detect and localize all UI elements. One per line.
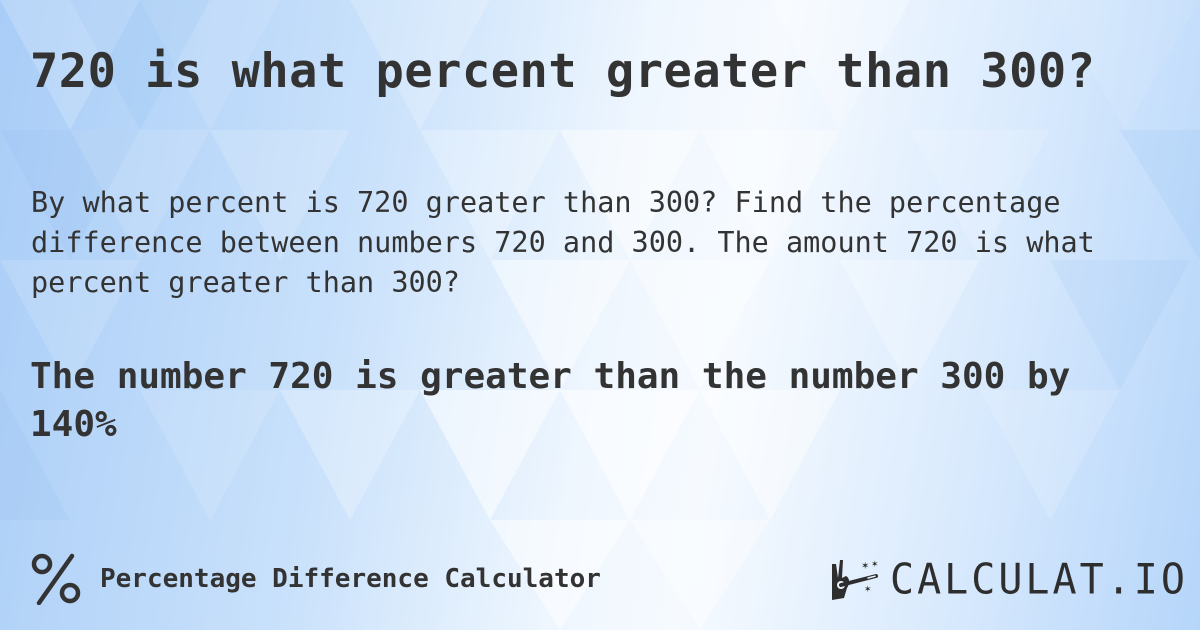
svg-text:✶: ✶	[861, 561, 869, 572]
page-title: 720 is what percent greater than 300?	[30, 44, 1096, 99]
hand-magic-wand-icon: ✶ ✶ ✶	[828, 556, 884, 604]
calculator-link[interactable]: Percentage Difference Calculator	[30, 552, 601, 606]
logo-text: CALCULAT.IO	[890, 555, 1188, 605]
svg-text:✶: ✶	[871, 560, 879, 570]
answer-text: The number 720 is greater than the numbe…	[30, 356, 1071, 445]
svg-text:✶: ✶	[864, 585, 872, 595]
percent-icon	[30, 553, 82, 606]
question-description: By what percent is 720 greater than 300?…	[31, 186, 1095, 299]
calculat-io-logo[interactable]: ✶ ✶ ✶ CALCULAT.IO	[828, 555, 1188, 605]
calculator-name: Percentage Difference Calculator	[100, 564, 601, 594]
